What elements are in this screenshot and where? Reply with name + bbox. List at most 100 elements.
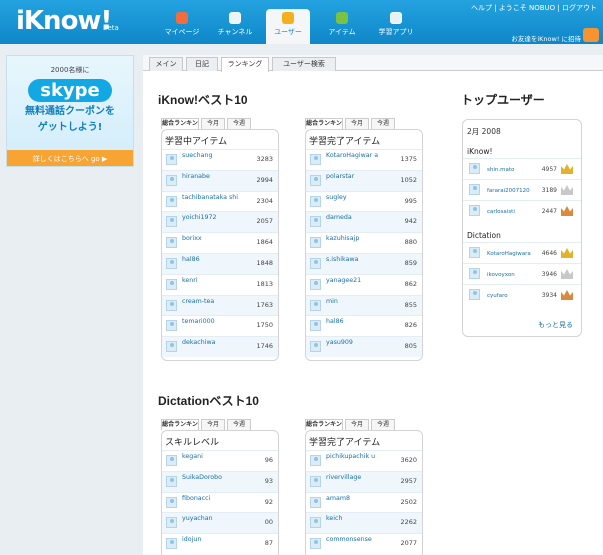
user-avatar[interactable] — [310, 257, 321, 269]
user-name-link[interactable]: borixx — [182, 235, 248, 243]
user-avatar[interactable] — [469, 268, 480, 279]
range-tab-overall[interactable]: 総合ランキング — [305, 118, 343, 137]
ranking-row[interactable]: kenri 1813 — [162, 273, 278, 295]
range-tab-week[interactable]: 今週 — [227, 118, 251, 129]
range-tab-month[interactable]: 今月 — [201, 419, 225, 430]
nav-users[interactable]: ユーザー — [266, 9, 310, 44]
user-avatar[interactable] — [166, 257, 177, 269]
top-user-row[interactable]: ikovoyxon 3946 — [463, 263, 581, 284]
user-name-link[interactable]: min — [326, 298, 392, 306]
user-name-link[interactable]: kazuhisajp — [326, 235, 392, 243]
range-tab-month[interactable]: 今月 — [345, 419, 369, 430]
ranking-row[interactable]: KotaroHagiwar a 1375 — [306, 149, 422, 170]
user-avatar[interactable] — [166, 154, 177, 165]
user-name-link[interactable]: sugley — [326, 194, 392, 202]
user-name-link[interactable]: fararai2007120 — [487, 187, 537, 195]
ranking-row[interactable]: kegani 96 — [162, 450, 278, 471]
user-name-link[interactable]: cream-tea — [182, 298, 248, 306]
ranking-row[interactable]: fibonacci 92 — [162, 491, 278, 513]
user-name-link[interactable]: KotaroHagiwara — [487, 250, 537, 258]
friends-icon[interactable] — [583, 28, 599, 42]
user-name-link[interactable]: yanagee21 — [326, 277, 392, 285]
user-avatar[interactable] — [310, 538, 321, 550]
range-tab-week[interactable]: 今週 — [227, 419, 251, 430]
ranking-row[interactable]: tachibanataka shi 2304 — [162, 190, 278, 212]
user-name-link[interactable]: rivervillage — [326, 474, 392, 482]
user-name-link[interactable]: SuikaDorobo — [182, 474, 248, 482]
ranking-row[interactable]: commonsense 2077 — [306, 533, 422, 554]
user-name-link[interactable]: s.ishikawa — [326, 256, 392, 264]
account-links[interactable]: ヘルプ | ようこそ NOBUO | ログアウト — [471, 3, 597, 13]
user-avatar[interactable] — [166, 278, 177, 290]
user-avatar[interactable] — [310, 174, 321, 186]
range-tab-week[interactable]: 今週 — [371, 419, 395, 430]
ranking-row[interactable]: min 855 — [306, 294, 422, 316]
user-avatar[interactable] — [310, 299, 321, 311]
range-tab-overall[interactable]: 総合ランキング — [305, 419, 343, 438]
user-avatar[interactable] — [469, 163, 480, 174]
user-avatar[interactable] — [166, 455, 177, 466]
user-avatar[interactable] — [310, 517, 321, 529]
user-name-link[interactable]: dameda — [326, 214, 392, 222]
top-user-row[interactable]: shin.mato 4957 — [463, 158, 581, 179]
tab-ranking[interactable]: ランキング — [221, 57, 269, 72]
ranking-row[interactable]: pichikupachik u 3620 — [306, 450, 422, 471]
tab-user-search[interactable]: ユーザー検索 — [272, 57, 336, 71]
user-name-link[interactable]: suechang — [182, 152, 248, 160]
user-name-link[interactable]: kenri — [182, 277, 248, 285]
user-avatar[interactable] — [310, 154, 321, 165]
user-avatar[interactable] — [469, 289, 480, 300]
ranking-row[interactable]: yasu909 805 — [306, 336, 422, 357]
top-user-row[interactable]: KotaroHagiwara 4646 — [463, 242, 581, 263]
ranking-row[interactable]: borixx 1864 — [162, 232, 278, 253]
user-avatar[interactable] — [310, 455, 321, 466]
skype-ad-banner[interactable]: 2000名様に skype 無料通話クーポンを ゲットしよう! 詳しくはこちらへ… — [6, 55, 134, 167]
user-avatar[interactable] — [310, 475, 321, 487]
ranking-row[interactable]: hiranabe 2994 — [162, 169, 278, 191]
ranking-row[interactable]: polarstar 1052 — [306, 169, 422, 191]
user-avatar[interactable] — [310, 320, 321, 332]
user-name-link[interactable]: KotaroHagiwar a — [326, 152, 392, 160]
ranking-row[interactable]: rivervillage 2957 — [306, 470, 422, 492]
user-name-link[interactable]: tachibanataka shi — [182, 194, 248, 202]
user-avatar[interactable] — [166, 496, 177, 508]
ranking-row[interactable]: SuikaDorobo 93 — [162, 470, 278, 492]
user-avatar[interactable] — [310, 216, 321, 228]
user-name-link[interactable]: carlosaisti — [487, 208, 537, 216]
nav-channel[interactable]: チャンネル — [213, 12, 257, 44]
user-name-link[interactable]: ikovoyxon — [487, 271, 537, 279]
user-name-link[interactable]: kegani — [182, 453, 248, 461]
nav-mypage[interactable]: マイページ — [160, 12, 204, 44]
user-name-link[interactable]: shin.mato — [487, 166, 537, 174]
user-avatar[interactable] — [166, 216, 177, 228]
user-avatar[interactable] — [166, 195, 177, 207]
user-name-link[interactable]: amam8 — [326, 495, 392, 503]
user-name-link[interactable]: hal86 — [182, 256, 248, 264]
ranking-row[interactable]: yanagee21 862 — [306, 273, 422, 295]
top-user-row[interactable]: carlosaisti 2447 — [463, 200, 581, 221]
user-name-link[interactable]: hal86 — [326, 318, 392, 326]
ranking-row[interactable]: idojun 87 — [162, 533, 278, 554]
nav-items[interactable]: アイテム — [320, 12, 364, 44]
user-name-link[interactable]: cyufaro — [487, 292, 537, 300]
user-name-link[interactable]: temari000 — [182, 318, 248, 326]
user-name-link[interactable]: pichikupachik u — [326, 453, 392, 461]
user-avatar[interactable] — [166, 320, 177, 332]
ranking-row[interactable]: dameda 942 — [306, 211, 422, 233]
ranking-row[interactable]: amam8 2502 — [306, 491, 422, 513]
more-link[interactable]: もっと見る — [538, 320, 573, 330]
user-avatar[interactable] — [166, 517, 177, 529]
ranking-row[interactable]: sugley 995 — [306, 190, 422, 212]
user-name-link[interactable]: hiranabe — [182, 173, 248, 181]
user-avatar[interactable] — [310, 195, 321, 207]
user-avatar[interactable] — [469, 184, 480, 195]
user-name-link[interactable]: fibonacci — [182, 495, 248, 503]
range-tab-week[interactable]: 今週 — [371, 118, 395, 129]
user-name-link[interactable]: idojun — [182, 536, 248, 544]
top-user-row[interactable]: cyufaro 3934 — [463, 284, 581, 305]
range-tab-overall[interactable]: 総合ランキング — [161, 419, 199, 438]
invite-link[interactable]: お友達をiKnow! に招待 — [511, 33, 581, 43]
ranking-row[interactable]: yuyachan 00 — [162, 512, 278, 534]
user-name-link[interactable]: polarstar — [326, 173, 392, 181]
nav-apps[interactable]: 学習アプリ — [374, 12, 418, 44]
